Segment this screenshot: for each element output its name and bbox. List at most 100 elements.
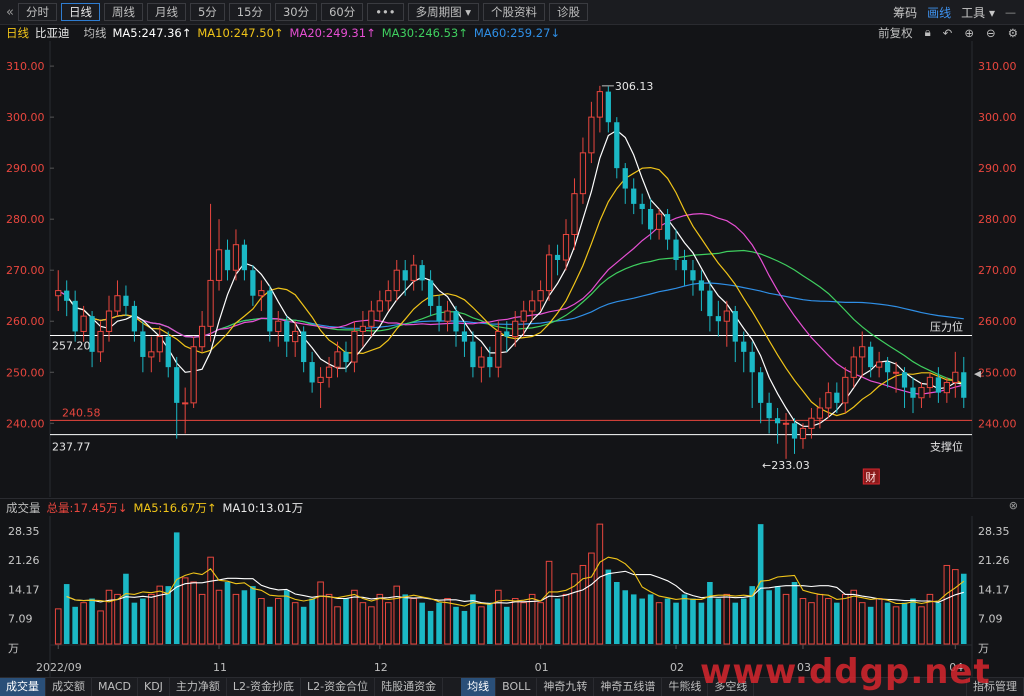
candle-body-down [698,280,705,291]
candle-body-up [325,366,333,378]
candle-body-down [961,372,967,398]
volume-bar-down [834,602,840,644]
period-tab-9[interactable]: 多周期图 ▾ [407,3,480,21]
period-tab-5[interactable]: 15分 [228,3,271,21]
indicator-tab-6[interactable]: L2-资金合位 [301,678,376,696]
price-tick-right: 260.00 [978,315,1017,328]
candle-body-down [741,341,747,352]
volume-bar-down [309,598,315,644]
volume-bar-down [487,602,493,644]
event-badge-text: 财 [865,470,876,484]
chips-button[interactable]: 筹码 [893,4,917,21]
overlay-tab-4[interactable]: 牛熊线 [662,678,709,696]
indicator-tab-2[interactable]: MACD [92,678,138,696]
candle-body-down [250,270,256,296]
overlay-tab-0[interactable]: 均线 [461,678,497,696]
volume-bar-up [444,598,451,645]
volume-bar-down [935,602,942,644]
draw-line-button[interactable]: 画线 [927,4,951,21]
volume-chart[interactable]: 28.35 28.35 21.26 21.26 14.17 14.17 7.09 7.09 万 万… [0,516,1024,677]
candle-body-down [673,239,679,260]
volume-bar-up [384,602,392,645]
period-tab-8[interactable]: ••• [367,3,404,21]
price-tick-right: 310.00 [978,60,1017,73]
period-tab-11[interactable]: 诊股 [549,3,589,21]
minimize-icon[interactable]: — [1005,6,1016,19]
indicator-tab-5[interactable]: L2-资金抄底 [227,678,302,696]
overlay-tab-2[interactable]: 神奇九转 [537,678,595,696]
zoom-out-icon[interactable]: ⊖ [986,26,996,40]
vol-tick-right: 14.17 [978,583,1010,596]
period-tab-6[interactable]: 30分 [274,3,318,21]
overlay-tab-3[interactable]: 神奇五线谱 [594,678,663,696]
indicator-tab-7[interactable]: 陆股通资金 [375,678,444,696]
indicator-tab-1[interactable]: 成交额 [46,678,92,696]
adjust-mode-button[interactable]: 前复权 [878,25,913,41]
volume-bar-up [54,608,62,645]
period-tab-7[interactable]: 60分 [321,3,364,21]
volume-bar-up [816,593,824,645]
vol-tick-left: 21.26 [8,554,40,567]
candle-body-down [165,336,171,368]
lock-icon[interactable]: 🔒︎ [925,25,931,40]
candle-body-up [351,330,358,363]
candle-body-up [799,427,807,440]
volume-bar-up [875,598,883,645]
price-tick-left: 240.00 [6,417,45,430]
candle-body-down [884,362,891,373]
indicator-tab-bar: 成交量 成交额 MACD KDJ 主力净额 L2-资金抄底 L2-资金合位 陆股通资金 均线 BO… [0,677,1024,696]
x-axis-label: 11 [213,661,227,674]
overlay-tab-5[interactable]: 多空线 [708,678,755,696]
candle-body-up [596,91,603,118]
toolbar-right: 筹码 画线 工具 ▾ — [893,0,1024,24]
period-tab-0[interactable]: 分时 [17,3,57,21]
volume-bar-up [478,606,485,645]
indicator-tab-3[interactable]: KDJ [138,678,170,696]
candle-body-down [436,305,442,322]
ma-legend: 日线 比亚迪 均线 MA5:247.36↑ MA10:247.50↑ MA20:… [0,24,1024,41]
indicator-tab-0[interactable]: 成交量 [0,678,46,696]
candlestick-chart[interactable]: 310.00 310.00 300.00 300.00 290.00 290.00 280.… [0,41,1024,497]
candle-body-down [681,260,688,271]
candle-body-up [97,330,104,353]
candle-body-down [140,331,146,357]
volume-bar-up [181,577,189,645]
undo-icon[interactable]: ↶ [943,26,953,40]
x-axis-label: 12 [374,661,388,674]
ma10-line [66,166,965,417]
candle-body-up [292,330,299,343]
tools-menu-button[interactable]: 工具 ▾ [961,4,995,21]
indicator-tab-4[interactable]: 主力净额 [170,678,227,696]
volume-bar-up [105,589,113,645]
close-icon[interactable]: ⊗ [1009,499,1018,512]
candle-body-down [774,418,781,424]
candle-body-up [80,315,87,332]
candle-body-up [148,351,155,358]
volume-bar-down [630,594,637,644]
settings-icon[interactable]: ⚙ [1008,26,1018,40]
volume-bar-down [503,606,510,644]
zoom-in-icon[interactable]: ⊕ [964,26,974,40]
indicator-manage-button[interactable]: 指标管理 [966,678,1024,696]
volume-bar-up [80,602,87,645]
candle-body-down [123,295,129,306]
volume-bar-down [664,598,671,644]
period-tab-2[interactable]: 周线 [103,3,143,21]
overlay-tab-1[interactable]: BOLL [496,678,538,696]
volume-bar-down [554,598,561,644]
ma-mode-label[interactable]: 均线 [84,25,107,41]
period-tab-1[interactable]: 日线 [60,3,100,21]
volume-total: 总量:17.45万↓ [46,500,128,515]
period-tab-3[interactable]: 月线 [146,3,186,21]
candle-body-up [850,356,857,378]
candle-body-up [55,290,62,297]
period-tab-4[interactable]: 5分 [189,3,225,21]
volume-title: 成交量 [6,500,41,515]
volume-ma5: MA5:16.67万↑ [133,500,217,515]
candle-body-up [156,336,163,353]
volume-bar-down [707,582,713,644]
vol-tick-left: 14.17 [8,583,40,596]
candle-body-down [453,311,459,332]
period-tab-10[interactable]: 个股资料 [483,3,546,21]
double-chevron-left-icon[interactable]: « [6,5,14,20]
